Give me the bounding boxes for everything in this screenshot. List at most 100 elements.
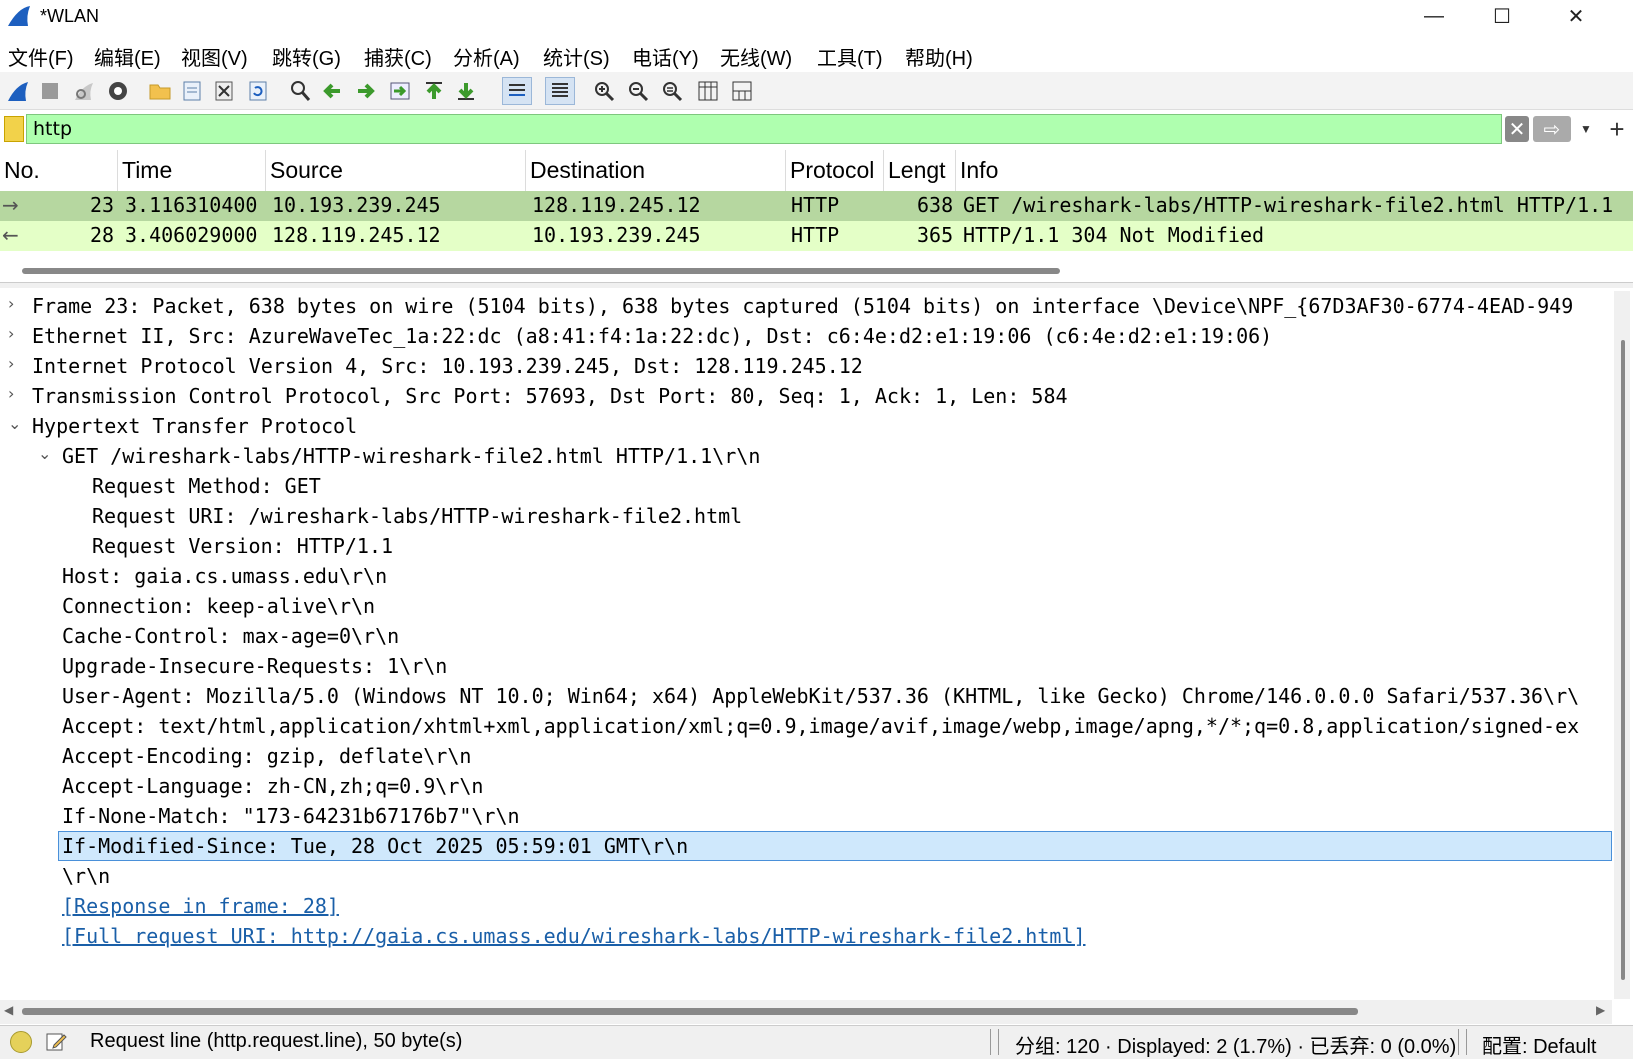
- tree-item-request-uri[interactable]: Request URI: /wireshark-labs/HTTP-wiresh…: [0, 501, 1612, 531]
- column-header-source[interactable]: Source: [266, 150, 526, 192]
- packet-list-scrollbar[interactable]: [22, 268, 1060, 274]
- menu-help[interactable]: 帮助(H): [905, 42, 973, 71]
- filter-bookmark-icon[interactable]: [4, 116, 24, 142]
- go-to-packet-icon[interactable]: [386, 77, 414, 105]
- maximize-button[interactable]: ☐: [1468, 0, 1536, 32]
- minimize-button[interactable]: —: [1400, 0, 1468, 32]
- go-forward-icon[interactable]: [352, 77, 380, 105]
- scroll-left-arrow-icon[interactable]: ◀: [4, 1003, 13, 1017]
- column-header-no[interactable]: No.: [0, 150, 118, 192]
- menu-file[interactable]: 文件(F): [8, 42, 74, 71]
- menu-edit[interactable]: 编辑(E): [94, 42, 161, 71]
- tree-item-request-version[interactable]: Request Version: HTTP/1.1: [0, 531, 1612, 561]
- packet-info: HTTP/1.1 304 Not Modified: [963, 223, 1265, 247]
- clear-filter-button[interactable]: ✕: [1505, 116, 1529, 142]
- tree-item-frame[interactable]: › Frame 23: Packet, 638 bytes on wire (51…: [0, 291, 1612, 321]
- reload-file-icon[interactable]: [244, 77, 272, 105]
- zoom-normal-icon[interactable]: [658, 77, 686, 105]
- status-separator: [1466, 1029, 1468, 1055]
- packet-row[interactable]: ← 28 3.406029000 128.119.245.12 10.193.2…: [0, 221, 1633, 251]
- tree-item-response-link[interactable]: [Response in frame: 28]: [0, 891, 1612, 921]
- tree-item-connection[interactable]: Connection: keep-alive\r\n: [0, 591, 1612, 621]
- tree-item-tcp[interactable]: › Transmission Control Protocol, Src Port…: [0, 381, 1612, 411]
- tree-item-http[interactable]: ⌄ Hypertext Transfer Protocol: [0, 411, 1612, 441]
- filter-history-dropdown-icon[interactable]: ▼: [1576, 116, 1596, 142]
- collapse-arrow-icon[interactable]: ⌄: [38, 444, 51, 463]
- tree-item-host[interactable]: Host: gaia.cs.umass.edu\r\n: [0, 561, 1612, 591]
- packet-list-header: No. Time Source Destination Protocol Len…: [0, 150, 1633, 192]
- tree-item-upgrade-insecure[interactable]: Upgrade-Insecure-Requests: 1\r\n: [0, 651, 1612, 681]
- go-back-icon[interactable]: [318, 77, 346, 105]
- column-header-time[interactable]: Time: [118, 150, 266, 192]
- add-filter-button-icon[interactable]: +: [1604, 114, 1630, 144]
- go-last-icon[interactable]: [452, 77, 480, 105]
- tree-item-cache-control[interactable]: Cache-Control: max-age=0\r\n: [0, 621, 1612, 651]
- tree-item-text: Request Version: HTTP/1.1: [92, 534, 394, 558]
- tree-item-accept-language[interactable]: Accept-Language: zh-CN,zh;q=0.9\r\n: [0, 771, 1612, 801]
- go-first-icon[interactable]: [420, 77, 448, 105]
- menu-view[interactable]: 视图(V): [181, 42, 248, 71]
- display-filter-input[interactable]: [26, 114, 1502, 144]
- zoom-out-icon[interactable]: [624, 77, 652, 105]
- menu-go[interactable]: 跳转(G): [272, 42, 341, 71]
- tree-item-user-agent[interactable]: User-Agent: Mozilla/5.0 (Windows NT 10.0…: [0, 681, 1612, 711]
- tree-item-ip[interactable]: › Internet Protocol Version 4, Src: 10.19…: [0, 351, 1612, 381]
- tree-item-text: Accept-Language: zh-CN,zh;q=0.9\r\n: [62, 774, 484, 798]
- expand-arrow-icon[interactable]: ›: [8, 324, 14, 343]
- menu-capture[interactable]: 捕获(C): [364, 42, 432, 71]
- menu-analyze[interactable]: 分析(A): [453, 42, 520, 71]
- details-horizontal-scroll-thumb[interactable]: [22, 1008, 1358, 1015]
- tree-item-if-modified-since-selected[interactable]: If-Modified-Since: Tue, 28 Oct 2025 05:5…: [58, 831, 1612, 861]
- menu-statistics[interactable]: 统计(S): [543, 42, 610, 71]
- scroll-right-arrow-icon[interactable]: ▶: [1596, 1003, 1605, 1017]
- menu-wireless[interactable]: 无线(W): [720, 42, 792, 71]
- expand-arrow-icon[interactable]: ›: [8, 354, 14, 373]
- capture-options-icon[interactable]: [104, 77, 132, 105]
- collapse-arrow-icon[interactable]: ⌄: [8, 414, 21, 433]
- stop-capture-icon[interactable]: [36, 77, 64, 105]
- packet-row-selected[interactable]: → 23 3.116310400 10.193.239.245 128.119.…: [0, 191, 1633, 221]
- menu-telephony[interactable]: 电话(Y): [632, 42, 699, 71]
- column-header-protocol[interactable]: Protocol: [786, 150, 884, 192]
- packet-source: 10.193.239.245: [272, 193, 441, 217]
- capture-comment-icon[interactable]: [44, 1029, 68, 1053]
- start-capture-icon[interactable]: [4, 77, 32, 105]
- tree-item-request-line[interactable]: ⌄ GET /wireshark-labs/HTTP-wireshark-file…: [0, 441, 1612, 471]
- open-file-icon[interactable]: [146, 77, 174, 105]
- close-file-icon[interactable]: [210, 77, 238, 105]
- tree-item-if-none-match[interactable]: If-None-Match: "173-64231b67176b7"\r\n: [0, 801, 1612, 831]
- resize-columns-icon[interactable]: [694, 77, 722, 105]
- menu-tools[interactable]: 工具(T): [817, 42, 883, 71]
- details-vertical-scroll-thumb[interactable]: [1621, 340, 1625, 980]
- tree-item-full-uri-link[interactable]: [Full request URI: http://gaia.cs.umass.…: [0, 921, 1612, 951]
- column-header-info[interactable]: Info: [956, 150, 1633, 192]
- packet-stats: 分组: 120 · Displayed: 2 (1.7%) · 已丢弃: 0 (…: [1015, 1036, 1457, 1058]
- expand-arrow-icon[interactable]: ›: [8, 384, 14, 403]
- tree-item-ethernet[interactable]: › Ethernet II, Src: AzureWaveTec_1a:22:dc…: [0, 321, 1612, 351]
- tree-item-accept[interactable]: Accept: text/html,application/xhtml+xml,…: [0, 711, 1612, 741]
- restart-capture-icon[interactable]: [70, 77, 98, 105]
- full-request-uri-link[interactable]: [Full request URI: http://gaia.cs.umass.…: [62, 924, 1086, 948]
- find-packet-icon[interactable]: [286, 77, 314, 105]
- response-in-frame-link[interactable]: [Response in frame: 28]: [62, 894, 339, 918]
- close-button[interactable]: ✕: [1542, 0, 1610, 32]
- packet-destination: 128.119.245.12: [532, 193, 701, 217]
- zoom-in-icon[interactable]: [590, 77, 618, 105]
- column-header-length[interactable]: Lengt: [884, 150, 956, 192]
- layout-icon[interactable]: [728, 77, 756, 105]
- expand-arrow-icon[interactable]: ›: [8, 294, 14, 313]
- save-file-icon[interactable]: [178, 77, 206, 105]
- auto-scroll-icon[interactable]: [502, 77, 532, 105]
- column-header-destination[interactable]: Destination: [526, 150, 786, 192]
- tree-item-text: If-None-Match: "173-64231b67176b7"\r\n: [62, 804, 520, 828]
- apply-filter-button[interactable]: ⇨: [1533, 116, 1571, 142]
- tree-item-text: \r\n: [62, 864, 111, 888]
- tree-item-request-method[interactable]: Request Method: GET: [0, 471, 1612, 501]
- colorize-icon[interactable]: [545, 77, 575, 105]
- wireshark-logo-icon: [8, 6, 30, 26]
- tree-item-accept-encoding[interactable]: Accept-Encoding: gzip, deflate\r\n: [0, 741, 1612, 771]
- expert-info-led-icon[interactable]: [10, 1031, 32, 1053]
- tree-item-crlf[interactable]: \r\n: [0, 861, 1612, 891]
- pane-splitter[interactable]: [0, 282, 1633, 288]
- profile-selector[interactable]: 配置: Default: [1482, 1030, 1596, 1059]
